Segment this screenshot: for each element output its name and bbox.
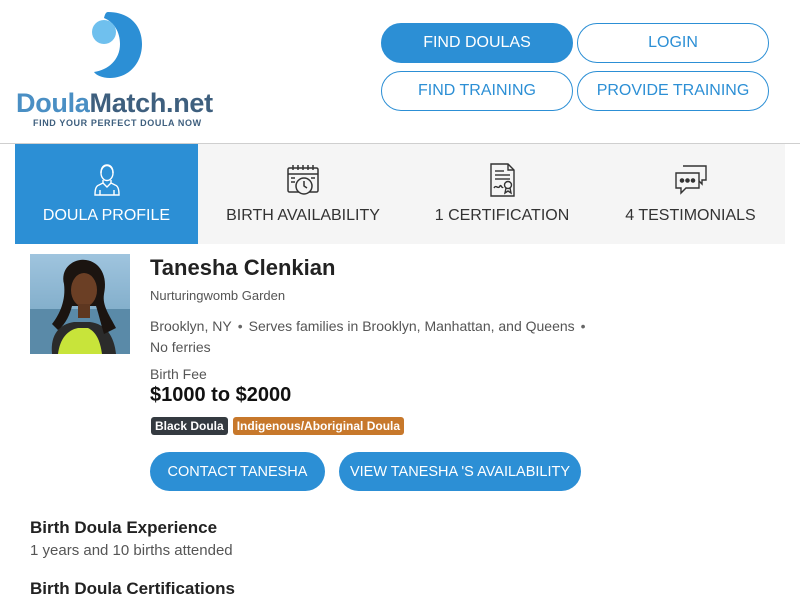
fee-label: Birth Fee [150,366,207,382]
doula-name: Tanesha Clenkian [150,255,336,280]
logo-tagline: FIND YOUR PERFECT DOULA NOW [33,118,202,128]
site-logo[interactable]: DoulaMatch.net FIND YOUR PERFECT DOULA N… [16,12,226,132]
birth-fee: $1000 to $2000 [150,384,292,406]
find-doulas-button[interactable]: FIND DOULAS [381,23,573,63]
separator-dot: • [237,318,243,334]
service-area: Serves families in Brooklyn, Manhattan, … [248,318,575,334]
location-line: Brooklyn, NY • Serves families in Brooklyn… [150,318,592,334]
tab-certification[interactable]: 1 CERTIFICATION [408,144,596,244]
tab-label: 1 CERTIFICATION [434,207,570,224]
chat-bubbles-icon [674,165,707,195]
calendar-clock-icon [287,165,319,195]
tab-label: DOULA PROFILE [42,207,171,224]
find-training-button[interactable]: FIND TRAINING [381,71,573,111]
provide-training-button[interactable]: PROVIDE TRAINING [577,71,769,111]
badge-indigenous-doula: Indigenous/Aboriginal Doula [232,417,405,435]
badge-list: Black Doula Indigenous/Aboriginal Doula [151,417,405,435]
login-button[interactable]: LOGIN [577,23,769,63]
doula-organization: Nurturingwomb Garden [150,288,286,303]
tab-doula-profile[interactable]: DOULA PROFILE [15,144,198,244]
logo-wordmark: DoulaMatch.net [16,88,213,118]
experience-text: 1 years and 10 births attended [30,542,233,559]
certificate-icon [490,163,515,197]
doula-photo [30,254,130,354]
tab-testimonials[interactable]: 4 TESTIMONIALS [596,144,785,244]
experience-heading: Birth Doula Experience [30,518,218,537]
tab-label: BIRTH AVAILABILITY [226,207,380,224]
tab-label: 4 TESTIMONIALS [625,207,756,224]
separator-dot: • [580,318,586,334]
contact-button[interactable]: CONTACT TANESHA [150,452,325,491]
view-availability-button[interactable]: VIEW TANESHA 'S AVAILABILITY [339,452,581,491]
certifications-heading: Birth Doula Certifications [30,579,235,598]
badge-black-doula: Black Doula [151,417,228,435]
logo-mark-icon [92,12,142,78]
site-header: DoulaMatch.net FIND YOUR PERFECT DOULA N… [0,0,800,144]
ferries-info: No ferries [150,339,211,355]
doula-person-icon [93,164,120,196]
profile-tabs: DOULA PROFILE BIRTH AVAILABILITY 1 CERTI… [15,144,785,244]
tab-birth-availability[interactable]: BIRTH AVAILABILITY [198,144,408,244]
doula-location: Brooklyn, NY [150,318,232,334]
